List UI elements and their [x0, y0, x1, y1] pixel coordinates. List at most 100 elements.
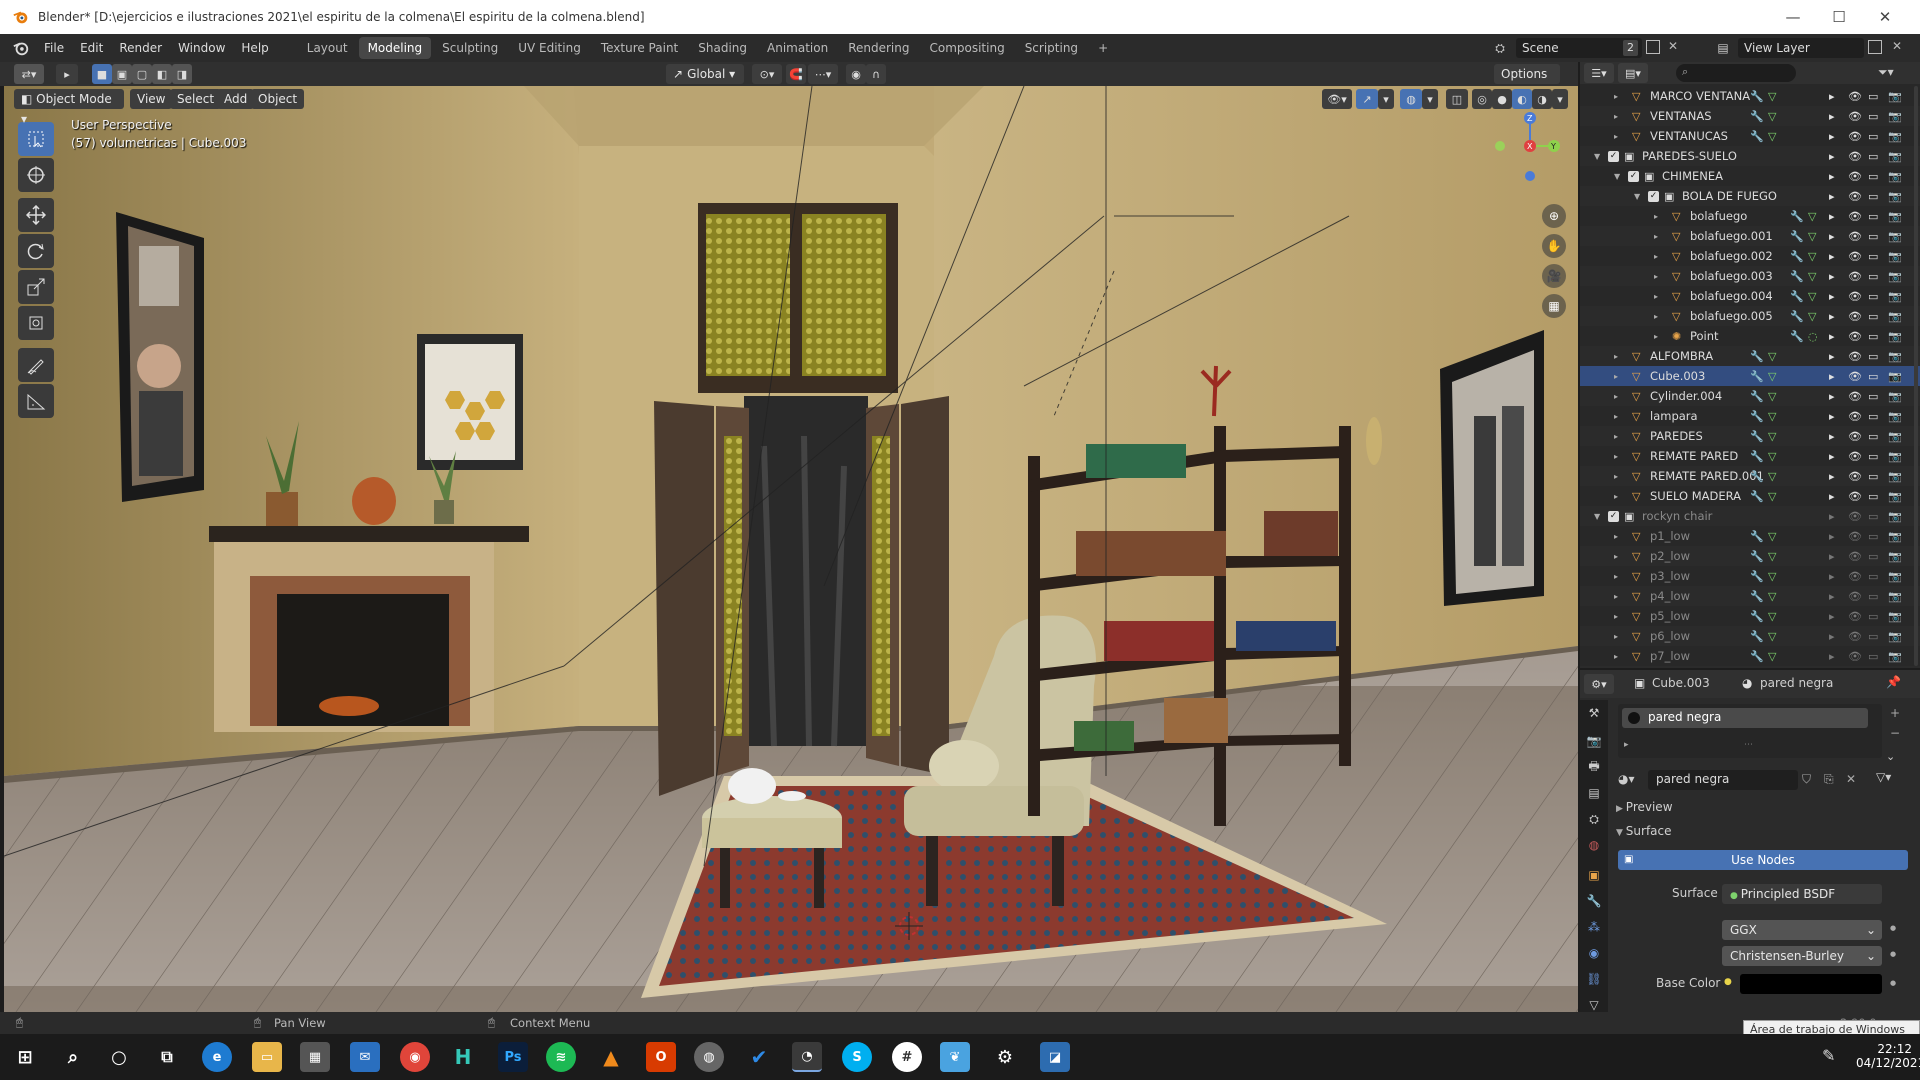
- modifier-icon[interactable]: 🔧: [1790, 210, 1804, 223]
- outliner-row[interactable]: ▸ ▽ bolafuego.005 🔧 ▽ ▸ 👁 ▭ 📷: [1580, 306, 1920, 326]
- output-tab-icon[interactable]: 🖶: [1585, 758, 1603, 776]
- houdini-icon[interactable]: H: [448, 1042, 478, 1072]
- outliner-row[interactable]: ▼ ✓ ▣ rockyn chair ▸ 👁 ▭ 📷: [1580, 506, 1920, 526]
- chrome-icon[interactable]: ◉: [400, 1042, 430, 1072]
- tab-texture-paint[interactable]: Texture Paint: [592, 37, 687, 59]
- eye-icon[interactable]: 👁: [1848, 430, 1862, 443]
- expand-arrow-icon[interactable]: ▸: [1614, 372, 1618, 381]
- ortho-grid-icon[interactable]: ▦: [1542, 294, 1566, 318]
- render-camera-icon[interactable]: 📷: [1888, 130, 1902, 143]
- object-data-icon[interactable]: ▽: [1768, 410, 1776, 423]
- modifier-icon[interactable]: 🔧: [1790, 270, 1804, 283]
- data-tab-icon[interactable]: ▽: [1585, 996, 1603, 1012]
- modifier-icon[interactable]: 🔧: [1790, 290, 1804, 303]
- render-camera-icon[interactable]: 📷: [1888, 350, 1902, 363]
- expand-arrow-icon[interactable]: ▸: [1654, 232, 1658, 241]
- menu-view[interactable]: View: [130, 89, 173, 109]
- viewport-monitor-icon[interactable]: ▭: [1868, 270, 1878, 283]
- render-camera-icon[interactable]: 📷: [1888, 590, 1902, 603]
- selectable-icon[interactable]: ▸: [1829, 570, 1835, 583]
- base-color-swatch[interactable]: [1740, 974, 1882, 994]
- expand-arrow-icon[interactable]: ▼: [1594, 512, 1600, 521]
- render-camera-icon[interactable]: 📷: [1888, 230, 1902, 243]
- 3d-viewport[interactable]: User Perspective (57) volumetricas | Cub…: [4, 86, 1578, 1012]
- eye-icon[interactable]: 👁: [1848, 610, 1862, 623]
- outliner-editor-type-icon[interactable]: ☰▾: [1584, 63, 1614, 83]
- object-data-icon[interactable]: ▽: [1808, 290, 1816, 303]
- editor-type-icon[interactable]: ⇄▾: [14, 64, 44, 84]
- expand-arrow-icon[interactable]: ▸: [1614, 352, 1618, 361]
- outliner-row[interactable]: ▸▽p8_low🔧▽▸👁▭📷: [1580, 666, 1920, 668]
- render-camera-icon[interactable]: 📷: [1888, 90, 1902, 103]
- eye-icon[interactable]: 👁: [1848, 370, 1862, 383]
- modifier-icon[interactable]: 🔧: [1750, 110, 1764, 123]
- selectable-icon[interactable]: ▸: [1829, 650, 1835, 663]
- expand-arrow-icon[interactable]: ▼: [1614, 172, 1620, 181]
- object-data-icon[interactable]: ▽: [1808, 230, 1816, 243]
- menu-edit[interactable]: Edit: [72, 34, 111, 62]
- tab-uv-editing[interactable]: UV Editing: [509, 37, 590, 59]
- outliner-row[interactable]: ▸ ▽ bolafuego.001 🔧 ▽ ▸ 👁 ▭ 📷: [1580, 226, 1920, 246]
- selectable-icon[interactable]: ▸: [1829, 430, 1835, 443]
- render-camera-icon[interactable]: 📷: [1888, 210, 1902, 223]
- eye-icon[interactable]: 👁: [1848, 510, 1862, 523]
- viewport-monitor-icon[interactable]: ▭: [1868, 350, 1878, 363]
- expand-arrow-icon[interactable]: ▸: [1614, 392, 1618, 401]
- selectable-icon[interactable]: ▸: [1829, 150, 1835, 163]
- render-camera-icon[interactable]: 📷: [1888, 450, 1902, 463]
- modifier-icon[interactable]: 🔧: [1750, 350, 1764, 363]
- constraints-tab-icon[interactable]: ⛓: [1585, 970, 1603, 988]
- outliner-row[interactable]: ▸ ▽ REMATE PARED 🔧 ▽ ▸ 👁 ▭ 📷: [1580, 446, 1920, 466]
- selectable-icon[interactable]: ▸: [1829, 450, 1835, 463]
- expand-arrow-icon[interactable]: ▸: [1614, 432, 1618, 441]
- object-data-icon[interactable]: ▽: [1768, 530, 1776, 543]
- fake-user-icon[interactable]: ⛉: [1802, 772, 1811, 787]
- overlays-toggle-icon[interactable]: ◍: [1400, 89, 1422, 109]
- modifier-icon[interactable]: 🔧: [1750, 610, 1764, 623]
- menu-add[interactable]: Add: [217, 89, 255, 109]
- selectable-icon[interactable]: ▸: [1829, 210, 1835, 223]
- object-data-icon[interactable]: ▽: [1808, 270, 1816, 283]
- select-mode-invert-icon[interactable]: ◧: [152, 64, 172, 84]
- selectable-icon[interactable]: ▸: [1829, 170, 1835, 183]
- render-camera-icon[interactable]: 📷: [1888, 430, 1902, 443]
- eye-icon[interactable]: 👁: [1848, 190, 1862, 203]
- eye-icon[interactable]: 👁: [1848, 590, 1862, 603]
- new-scene-icon[interactable]: [1646, 40, 1660, 54]
- move-tool-icon[interactable]: [18, 198, 54, 232]
- pin-icon[interactable]: 📌: [1886, 675, 1901, 689]
- eye-icon[interactable]: 👁: [1848, 530, 1862, 543]
- outliner-row[interactable]: ▸ ▽ bolafuego.003 🔧 ▽ ▸ 👁 ▭ 📷: [1580, 266, 1920, 286]
- scene-tab-icon[interactable]: ⛭: [1585, 810, 1603, 828]
- rendered-scene[interactable]: [4, 86, 1578, 1012]
- render-camera-icon[interactable]: 📷: [1888, 650, 1902, 663]
- shading-rendered-icon[interactable]: ◑: [1532, 89, 1552, 109]
- cortana-icon[interactable]: ○: [104, 1042, 134, 1072]
- gizmo-toggle-icon[interactable]: ↗: [1356, 89, 1378, 109]
- menu-object[interactable]: Object: [251, 89, 305, 109]
- outliner-row[interactable]: ▸ ▽ bolafuego 🔧 ▽ ▸ 👁 ▭ 📷: [1580, 206, 1920, 226]
- gizmo-dropdown-icon[interactable]: ▾: [1378, 89, 1394, 109]
- modifier-icon[interactable]: 🔧: [1750, 550, 1764, 563]
- menu-window[interactable]: Window: [170, 34, 233, 62]
- eye-icon[interactable]: 👁: [1848, 630, 1862, 643]
- rotate-tool-icon[interactable]: [18, 234, 54, 268]
- preview-panel-header[interactable]: ▶ Preview: [1616, 800, 1912, 820]
- selectable-icon[interactable]: ▸: [1829, 230, 1835, 243]
- scale-tool-icon[interactable]: [18, 270, 54, 304]
- viewport-monitor-icon[interactable]: ▭: [1868, 130, 1878, 143]
- selectable-icon[interactable]: ▸: [1829, 490, 1835, 503]
- spotify-icon[interactable]: ≋: [546, 1042, 576, 1072]
- selectable-icon[interactable]: ▸: [1829, 370, 1835, 383]
- eye-icon[interactable]: 👁: [1848, 110, 1862, 123]
- shading-dropdown-icon[interactable]: ▾: [1552, 89, 1568, 109]
- expand-arrow-icon[interactable]: ▸: [1614, 572, 1618, 581]
- render-camera-icon[interactable]: 📷: [1888, 490, 1902, 503]
- object-tab-icon[interactable]: ▣: [1585, 866, 1603, 884]
- material-slot-row[interactable]: pared negra: [1622, 708, 1868, 728]
- modifier-icon[interactable]: 🔧: [1750, 490, 1764, 503]
- world-tab-icon[interactable]: ◍: [1585, 836, 1603, 854]
- modifier-icon[interactable]: 🔧: [1750, 410, 1764, 423]
- object-data-icon[interactable]: ▽: [1808, 210, 1816, 223]
- selectable-icon[interactable]: ▸: [1829, 270, 1835, 283]
